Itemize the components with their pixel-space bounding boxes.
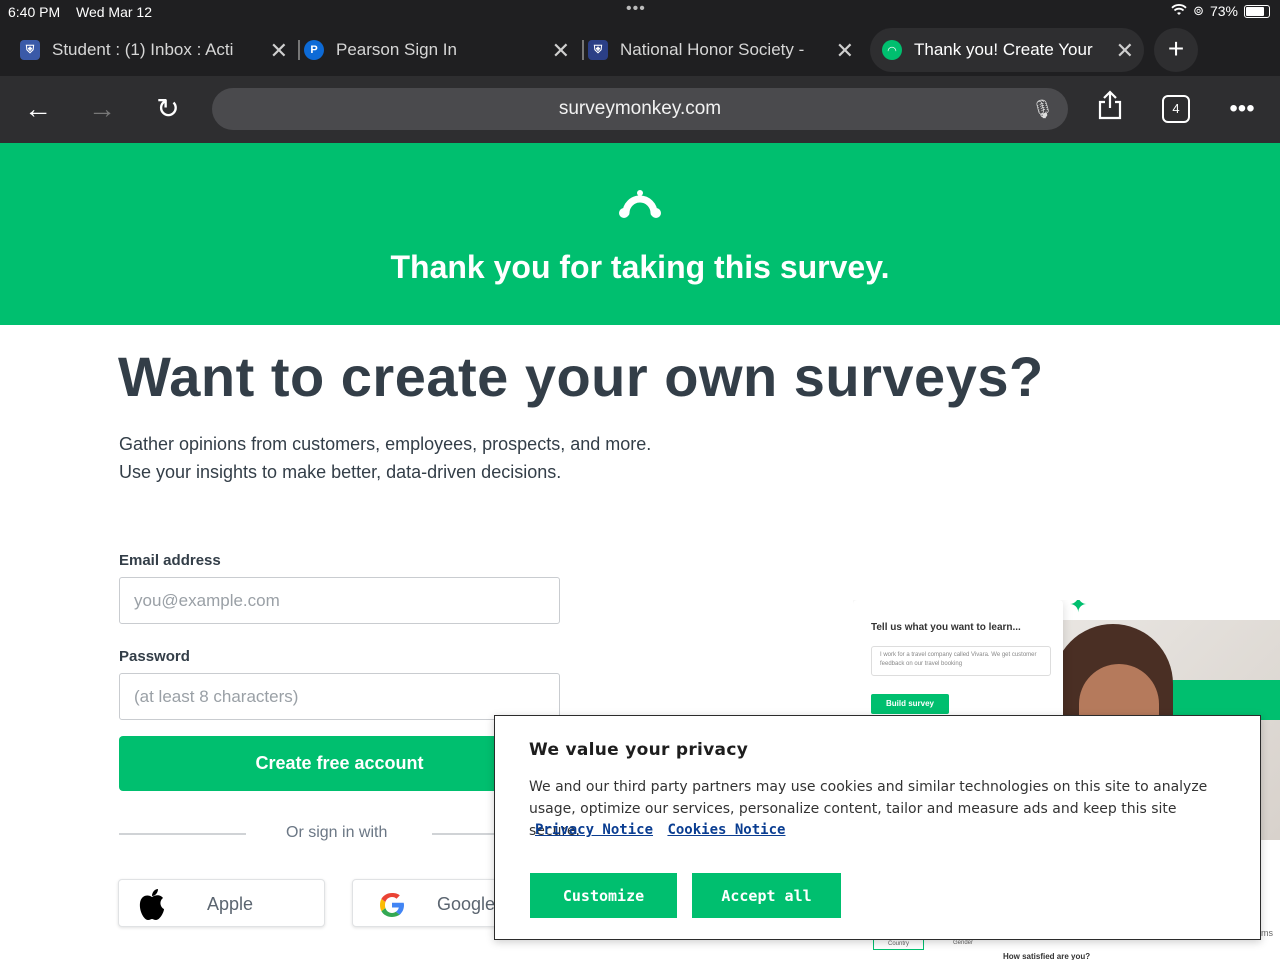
- google-label: Google: [437, 894, 496, 914]
- status-bar: 6:40 PM Wed Mar 12 ••• ⊚ 73%: [0, 0, 1280, 24]
- address-bar[interactable]: surveymonkey.com 🎙: [212, 88, 1068, 130]
- tab-national-honor-society[interactable]: ⛨ National Honor Society - ✕: [588, 28, 864, 72]
- orientation-lock-icon: ⊚: [1193, 3, 1204, 18]
- tab-title: Pearson Sign In: [336, 40, 457, 59]
- password-label: Password: [119, 648, 190, 665]
- wifi-icon: [1171, 3, 1187, 19]
- tab-title: National Honor Society -: [620, 40, 805, 59]
- thank-you-banner: Thank you for taking this survey.: [0, 143, 1280, 325]
- status-time: 6:40 PM: [8, 4, 61, 20]
- share-icon[interactable]: [1090, 90, 1130, 130]
- tab-separator: [298, 40, 300, 60]
- page-headline: Want to create your own surveys?: [118, 345, 1044, 408]
- new-tab-button[interactable]: +: [1154, 28, 1198, 72]
- password-field[interactable]: [119, 673, 560, 720]
- tab-switcher-button[interactable]: 4: [1162, 95, 1190, 123]
- surveymonkey-logo-icon: ◠: [882, 40, 902, 60]
- battery-icon: [1244, 4, 1270, 18]
- close-tab-icon[interactable]: ✕: [552, 38, 570, 64]
- forward-arrow-icon[interactable]: →: [82, 90, 122, 130]
- google-logo-icon: [380, 893, 404, 917]
- cookie-title: We value your privacy: [529, 740, 749, 760]
- preview-build-survey-button: Build survey: [871, 694, 949, 714]
- preview-textarea: I work for a travel company called Vivar…: [871, 646, 1051, 676]
- divider-left: [119, 833, 246, 835]
- google-sign-in-button[interactable]: Google: [352, 879, 512, 927]
- url-text: surveymonkey.com: [558, 98, 722, 119]
- preview-chip-gender: Gender: [953, 940, 974, 946]
- email-field[interactable]: [119, 577, 560, 624]
- browser-toolbar: ← → ↻ surveymonkey.com 🎙 4 •••: [0, 76, 1280, 143]
- customize-button[interactable]: Customize: [530, 873, 677, 918]
- cookie-consent-dialog: We value your privacy We and our third p…: [494, 715, 1261, 940]
- more-menu-icon[interactable]: •••: [1222, 90, 1262, 130]
- back-arrow-icon[interactable]: ←: [18, 90, 58, 130]
- status-right: ⊚ 73%: [1171, 3, 1270, 19]
- or-sign-in-text: Or sign in with: [286, 824, 388, 841]
- surveymonkey-logo-icon: [619, 190, 661, 218]
- reload-icon[interactable]: ↻: [148, 90, 188, 130]
- preview-tail-text: ms: [1261, 928, 1273, 938]
- divider-right: [432, 833, 502, 835]
- tab-title: Thank you! Create Your: [914, 40, 1093, 59]
- status-date: Wed Mar 12: [76, 4, 152, 20]
- nhs-crest-icon: ⛨: [588, 40, 608, 60]
- tab-pearson[interactable]: P Pearson Sign In ✕: [304, 28, 580, 72]
- tab-title: Student : (1) Inbox : Acti: [52, 40, 234, 59]
- microphone-icon[interactable]: 🎙: [1031, 88, 1054, 130]
- tab-bar: ⛨ Student : (1) Inbox : Acti ✕ P Pearson…: [0, 24, 1280, 76]
- apple-logo-icon: [139, 889, 164, 920]
- accept-all-button[interactable]: Accept all: [692, 873, 841, 918]
- sparkle-icon: ✦: [1069, 600, 1088, 617]
- close-tab-icon[interactable]: ✕: [1116, 38, 1134, 64]
- apple-sign-in-button[interactable]: Apple: [118, 879, 325, 927]
- close-tab-icon[interactable]: ✕: [270, 38, 288, 64]
- preview-question-2: How satisfied are you?: [1003, 952, 1091, 960]
- privacy-notice-link[interactable]: Privacy Notice: [535, 822, 653, 838]
- email-label: Email address: [119, 552, 221, 569]
- close-tab-icon[interactable]: ✕: [836, 38, 854, 64]
- tab-student-inbox[interactable]: ⛨ Student : (1) Inbox : Acti ✕: [20, 28, 298, 72]
- preview-bottom-card: Country Gender How satisfied are you?: [853, 938, 1280, 960]
- school-crest-icon: ⛨: [20, 40, 40, 60]
- thank-you-message: Thank you for taking this survey.: [390, 249, 890, 285]
- tab-separator: [582, 40, 584, 60]
- battery-percent: 73%: [1209, 3, 1238, 19]
- cookie-links: Privacy Notice Cookies Notice: [535, 822, 791, 838]
- subheadline-line1: Gather opinions from customers, employee…: [119, 434, 652, 454]
- pearson-logo-icon: P: [304, 40, 324, 60]
- subheadline-line2: Use your insights to make better, data-d…: [119, 462, 562, 482]
- tab-surveymonkey[interactable]: ◠ Thank you! Create Your ✕: [870, 28, 1144, 72]
- multitask-dots-icon[interactable]: •••: [626, 0, 646, 18]
- battery-level: [1246, 6, 1264, 16]
- preview-card: Tell us what you want to learn... I work…: [853, 600, 1063, 720]
- preview-question: Tell us what you want to learn...: [871, 622, 1021, 633]
- cookies-notice-link[interactable]: Cookies Notice: [667, 822, 785, 838]
- apple-label: Apple: [207, 894, 254, 914]
